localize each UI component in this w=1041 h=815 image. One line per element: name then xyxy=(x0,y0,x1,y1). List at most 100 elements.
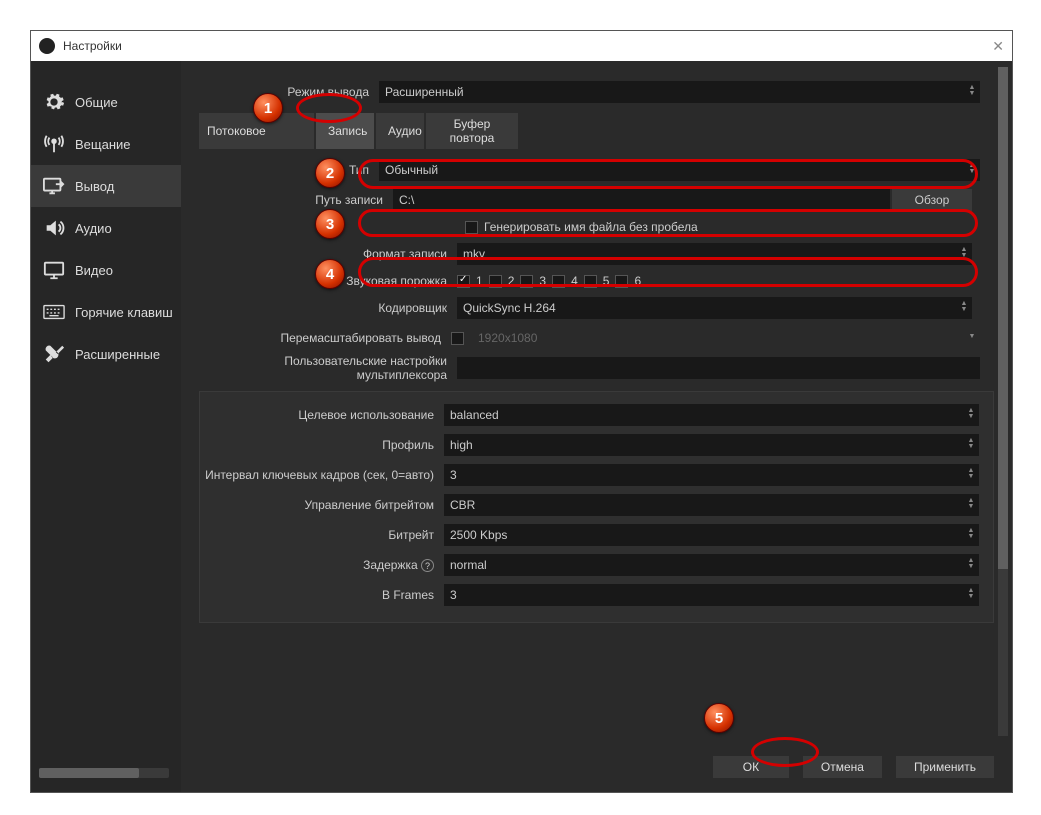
browse-button[interactable]: Обзор xyxy=(892,189,972,211)
dialog-buttons: ОК Отмена Применить xyxy=(713,756,994,778)
chevron-updown-icon: ▲▼ xyxy=(965,465,977,483)
rescale-checkbox[interactable] xyxy=(451,332,464,345)
mux-input[interactable] xyxy=(457,357,980,379)
latency-select[interactable]: normal ▲▼ xyxy=(444,554,979,576)
vertical-scrollbar[interactable] xyxy=(998,67,1008,736)
main-panel: Режим вывода Расширенный ▲▼ Потоковое За… xyxy=(181,61,1012,792)
chevron-updown-icon: ▲▼ xyxy=(965,435,977,453)
scrollbar-thumb[interactable] xyxy=(998,67,1008,569)
bitrate-spin[interactable]: 2500 Kbps▲▼ xyxy=(444,524,979,546)
sidebar-item-general[interactable]: Общие xyxy=(31,81,181,123)
rescale-row: Перемасштабировать вывод 1920x1080 ▼ xyxy=(199,325,994,351)
mux-row: Пользовательские настройки мультиплексор… xyxy=(199,355,994,381)
type-select[interactable]: Обычный ▲▼ xyxy=(379,159,980,181)
bframes-label: B Frames xyxy=(204,588,444,602)
annotation-marker-1: 1 xyxy=(253,93,283,123)
sidebar-item-label: Расширенные xyxy=(75,347,160,362)
track-6-checkbox[interactable] xyxy=(615,275,628,288)
track-1-checkbox[interactable] xyxy=(457,275,470,288)
chevron-updown-icon: ▲▼ xyxy=(965,555,977,573)
sidebar-item-label: Видео xyxy=(75,263,113,278)
apply-button[interactable]: Применить xyxy=(896,756,994,778)
sidebar-item-video[interactable]: Видео xyxy=(31,249,181,291)
help-icon[interactable]: ? xyxy=(421,559,434,572)
target-label: Целевое использование xyxy=(204,408,444,422)
profile-value: high xyxy=(450,438,473,452)
encoder-select[interactable]: QuickSync H.264 ▲▼ xyxy=(457,297,972,319)
window-body: Общие Вещание Вывод Аудио Видео Горячие … xyxy=(31,61,1012,792)
settings-window: Настройки ✕ Общие Вещание Вывод Аудио xyxy=(30,30,1013,793)
target-select[interactable]: balanced ▲▼ xyxy=(444,404,979,426)
ratectl-value: CBR xyxy=(450,498,475,512)
titlebar: Настройки ✕ xyxy=(31,31,1012,61)
path-input[interactable] xyxy=(393,189,890,211)
output-mode-label: Режим вывода xyxy=(199,85,379,99)
window-title: Настройки xyxy=(63,39,122,53)
profile-select[interactable]: high ▲▼ xyxy=(444,434,979,456)
target-value: balanced xyxy=(450,408,499,422)
chevron-updown-icon: ▲▼ xyxy=(965,405,977,423)
tab-audio[interactable]: Аудио xyxy=(376,113,424,149)
antenna-icon xyxy=(43,133,65,155)
sidebar-item-label: Горячие клавиш xyxy=(75,305,173,320)
ratectl-select[interactable]: CBR ▲▼ xyxy=(444,494,979,516)
sidebar-item-label: Вещание xyxy=(75,137,131,152)
rescale-label: Перемасштабировать вывод xyxy=(199,331,451,345)
annotation-marker-5: 5 xyxy=(704,703,734,733)
rescale-value: 1920x1080 xyxy=(478,331,537,345)
speaker-icon xyxy=(43,217,65,239)
annotation-marker-4: 4 xyxy=(315,259,345,289)
encoder-row: Кодировщик QuickSync H.264 ▲▼ xyxy=(199,295,994,321)
track-2-checkbox[interactable] xyxy=(489,275,502,288)
track-label: 3 xyxy=(539,274,546,288)
chevron-updown-icon: ▲▼ xyxy=(965,495,977,513)
track-4-checkbox[interactable] xyxy=(552,275,565,288)
nospace-checkbox[interactable] xyxy=(465,221,478,234)
type-value: Обычный xyxy=(385,163,438,177)
path-row: Путь записи Обзор xyxy=(199,187,994,213)
cancel-button[interactable]: Отмена xyxy=(803,756,882,778)
track-label: 6 xyxy=(634,274,641,288)
sidebar-scrollbar[interactable] xyxy=(39,768,169,778)
type-label: Тип xyxy=(199,163,379,177)
track-label: 4 xyxy=(571,274,578,288)
rescale-select: 1920x1080 ▼ xyxy=(472,327,980,349)
sidebar-item-audio[interactable]: Аудио xyxy=(31,207,181,249)
output-mode-value: Расширенный xyxy=(385,85,464,99)
chevron-updown-icon: ▲▼ xyxy=(958,298,970,316)
chevron-updown-icon: ▲▼ xyxy=(966,160,978,178)
encoder-value: QuickSync H.264 xyxy=(463,301,556,315)
format-value: mkv xyxy=(463,247,485,261)
scrollbar-thumb[interactable] xyxy=(39,768,139,778)
tab-replay-buffer[interactable]: Буфер повтора xyxy=(426,113,518,149)
sidebar-item-hotkeys[interactable]: Горячие клавиш xyxy=(31,291,181,333)
latency-value: normal xyxy=(450,558,487,572)
chevron-updown-icon: ▲▼ xyxy=(965,585,977,603)
nospace-label: Генерировать имя файла без пробела xyxy=(484,220,698,234)
keyint-spin[interactable]: 3▲▼ xyxy=(444,464,979,486)
encoder-label: Кодировщик xyxy=(357,301,457,315)
output-tabs: Потоковое Запись Аудио Буфер повтора xyxy=(199,113,994,149)
track-5-checkbox[interactable] xyxy=(584,275,597,288)
tab-recording[interactable]: Запись xyxy=(316,113,374,149)
close-icon[interactable]: ✕ xyxy=(992,38,1004,55)
sidebar-item-advanced[interactable]: Расширенные xyxy=(31,333,181,375)
bframes-spin[interactable]: 3▲▼ xyxy=(444,584,979,606)
path-label: Путь записи xyxy=(305,193,393,207)
sidebar: Общие Вещание Вывод Аудио Видео Горячие … xyxy=(31,61,181,792)
ok-button[interactable]: ОК xyxy=(713,756,789,778)
profile-label: Профиль xyxy=(204,438,444,452)
encoder-settings-panel: Целевое использование balanced ▲▼ Профиль… xyxy=(199,391,994,623)
output-mode-select[interactable]: Расширенный ▲▼ xyxy=(379,81,980,103)
format-select[interactable]: mkv ▲▼ xyxy=(457,243,972,265)
keyboard-icon xyxy=(43,301,65,323)
output-mode-row: Режим вывода Расширенный ▲▼ xyxy=(199,79,994,105)
mux-label: Пользовательские настройки мультиплексор… xyxy=(199,354,457,382)
track-3-checkbox[interactable] xyxy=(520,275,533,288)
chevron-updown-icon: ▲▼ xyxy=(966,82,978,100)
sidebar-item-output[interactable]: Вывод xyxy=(31,165,181,207)
chevron-down-icon: ▼ xyxy=(966,328,978,346)
tracks-checkboxes: 1 2 3 4 5 6 xyxy=(457,274,641,288)
sidebar-item-stream[interactable]: Вещание xyxy=(31,123,181,165)
chevron-updown-icon: ▲▼ xyxy=(965,525,977,543)
